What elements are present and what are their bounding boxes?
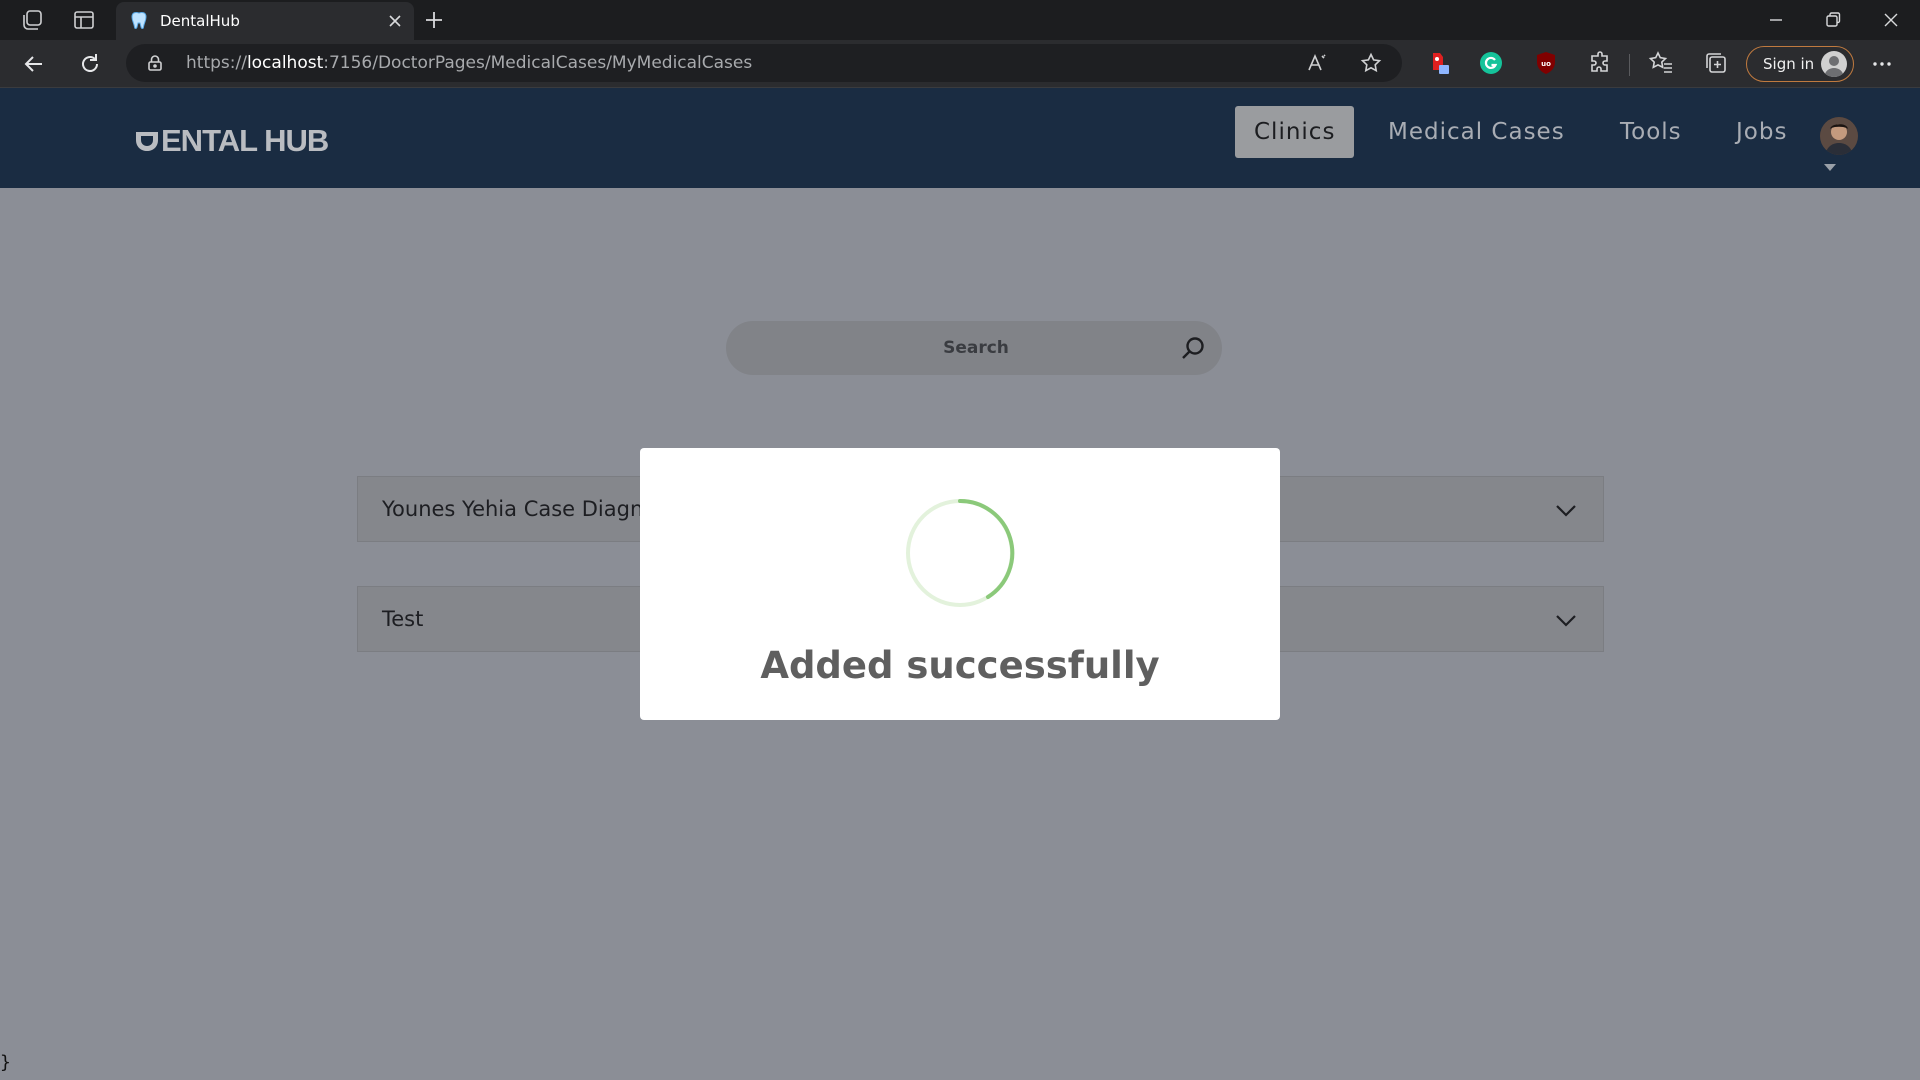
stray-brace-text: } (0, 1052, 11, 1073)
search-input[interactable] (726, 321, 1166, 375)
browser-tab-bar: DentalHub (0, 0, 1920, 40)
chevron-down-icon[interactable] (1553, 497, 1579, 523)
nav-medical-cases[interactable]: Medical Cases (1369, 106, 1584, 158)
site-header: ENTAL HUB Clinics Medical Cases Tools Jo… (0, 88, 1920, 188)
more-icon[interactable] (1870, 52, 1894, 76)
sign-in-button[interactable]: Sign in (1746, 46, 1854, 82)
chevron-down-icon[interactable] (1553, 607, 1579, 633)
case-title: Test (382, 607, 424, 631)
user-menu-caret-icon[interactable] (1824, 164, 1836, 171)
back-icon[interactable] (20, 50, 48, 78)
workspaces-icon[interactable] (20, 8, 44, 32)
favorite-star-icon[interactable] (1360, 52, 1382, 74)
collections-icon[interactable] (1703, 50, 1729, 76)
new-tab-icon[interactable] (422, 8, 446, 32)
ublock-icon[interactable]: uo (1533, 50, 1559, 76)
grammarly-icon[interactable] (1478, 50, 1504, 76)
close-tab-icon[interactable] (386, 12, 404, 30)
address-bar[interactable]: https://localhost:7156/DoctorPages/Medic… (126, 44, 1402, 82)
sign-in-label: Sign in (1763, 55, 1815, 73)
tooth-favicon-icon (130, 11, 148, 31)
dental-hub-logo[interactable]: ENTAL HUB (134, 123, 329, 159)
close-window-icon[interactable] (1879, 8, 1903, 32)
favorites-icon[interactable] (1648, 50, 1674, 76)
success-modal: Added successfully (640, 448, 1280, 720)
tooth-logo-icon (134, 125, 160, 151)
nav-tools[interactable]: Tools (1601, 106, 1701, 158)
refresh-icon[interactable] (76, 50, 104, 78)
browser-tab[interactable]: DentalHub (116, 2, 414, 40)
restore-icon[interactable] (1821, 8, 1845, 32)
search-bar (726, 321, 1222, 375)
tab-title: DentalHub (160, 12, 240, 30)
read-aloud-icon[interactable] (1306, 52, 1328, 74)
svg-text:uo: uo (1541, 60, 1551, 68)
minimize-icon[interactable] (1764, 8, 1788, 32)
browser-toolbar: https://localhost:7156/DoctorPages/Medic… (0, 40, 1920, 88)
lock-icon[interactable] (146, 54, 164, 72)
nav-jobs[interactable]: Jobs (1717, 106, 1806, 158)
case-title: Younes Yehia Case Diagno (382, 497, 657, 521)
extension-red-icon[interactable] (1425, 50, 1451, 76)
modal-message: Added successfully (760, 644, 1160, 687)
loading-spinner-icon (904, 497, 1016, 609)
tab-actions-icon[interactable] (72, 8, 96, 32)
user-avatar[interactable] (1820, 117, 1858, 155)
profile-avatar-icon (1821, 51, 1847, 77)
search-icon[interactable] (1180, 335, 1206, 361)
extensions-icon[interactable] (1588, 50, 1614, 76)
url-text[interactable]: https://localhost:7156/DoctorPages/Medic… (186, 53, 752, 73)
nav-clinics[interactable]: Clinics (1235, 106, 1355, 158)
toolbar-separator (1629, 54, 1630, 76)
